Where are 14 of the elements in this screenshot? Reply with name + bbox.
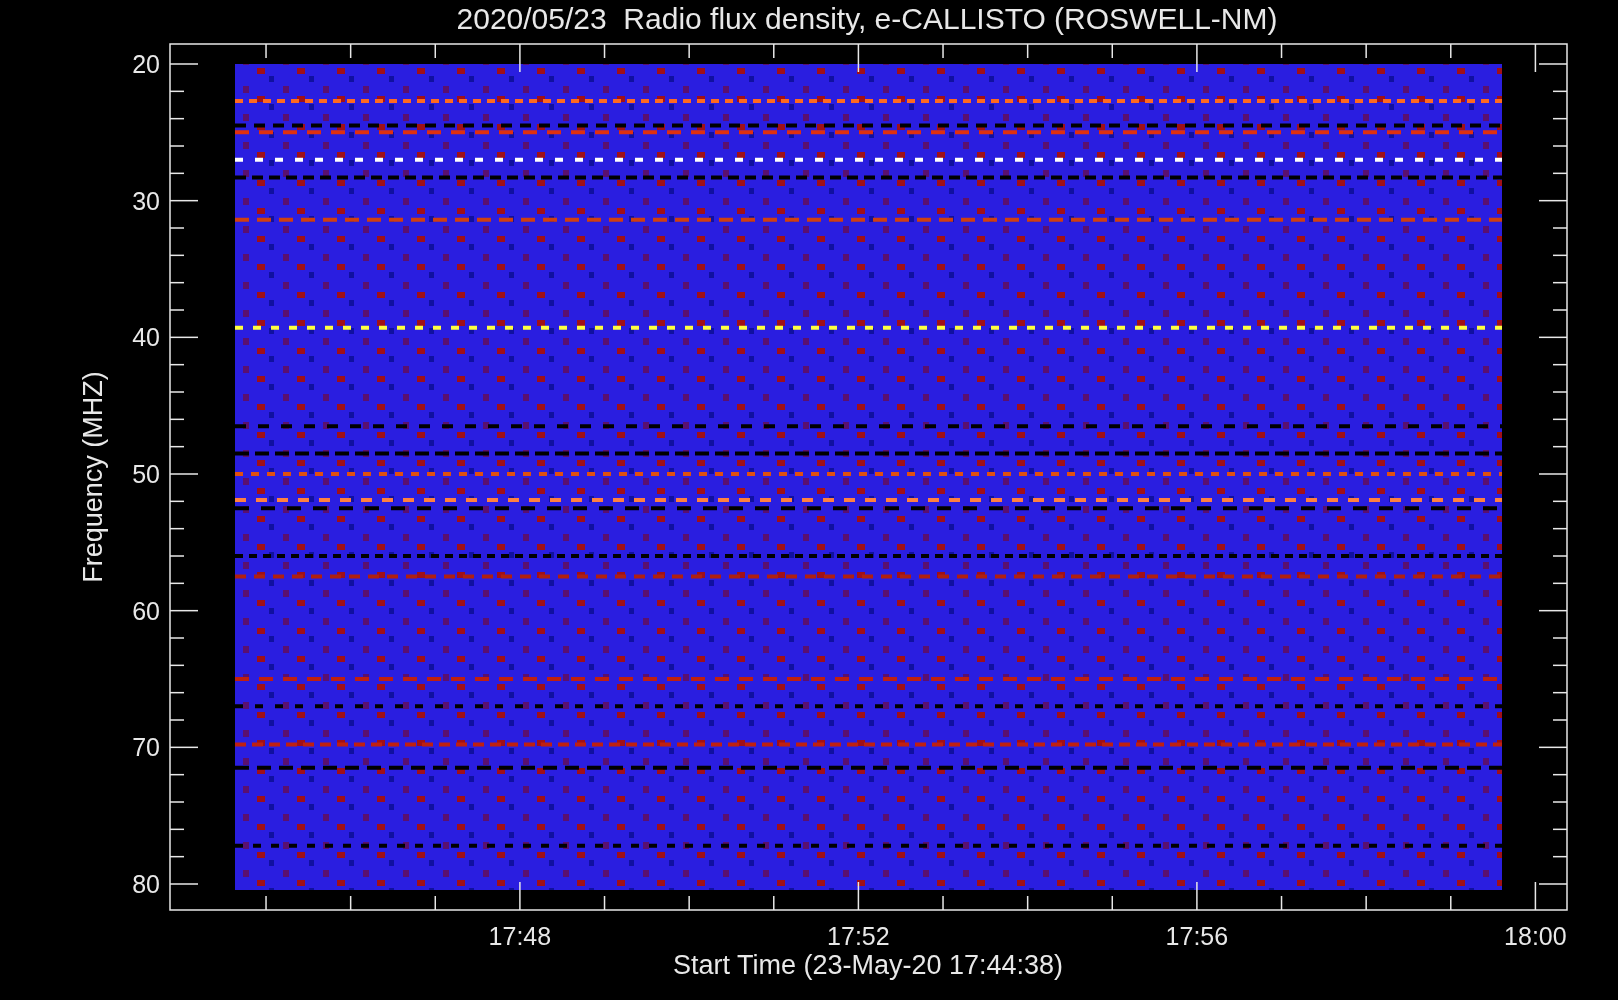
axis-tick-label: 17:48 — [488, 924, 552, 949]
axis-tick-label: 18:00 — [1504, 924, 1567, 949]
axis-tick-label: 17:52 — [827, 924, 890, 949]
axis-tick-label: 50 — [132, 462, 160, 487]
axis-tick-label: 80 — [132, 872, 160, 897]
axis-tick-label: 40 — [132, 325, 160, 351]
axis-tick-label: 30 — [132, 188, 160, 214]
axis-tick-label: 17:56 — [1165, 924, 1229, 949]
axis-tick-label: 20 — [132, 52, 160, 77]
axis-title: Frequency (MHZ) — [79, 371, 107, 583]
axis-title: Start Time (23-May-20 17:44:38) — [672, 952, 1064, 979]
axis-tick-label: 70 — [132, 735, 160, 761]
axis-tick-label: 60 — [132, 598, 160, 624]
chart-title: 2020/05/23 Radio flux density, e-CALLISTO (ROSWELL-NM) — [456, 4, 1278, 34]
